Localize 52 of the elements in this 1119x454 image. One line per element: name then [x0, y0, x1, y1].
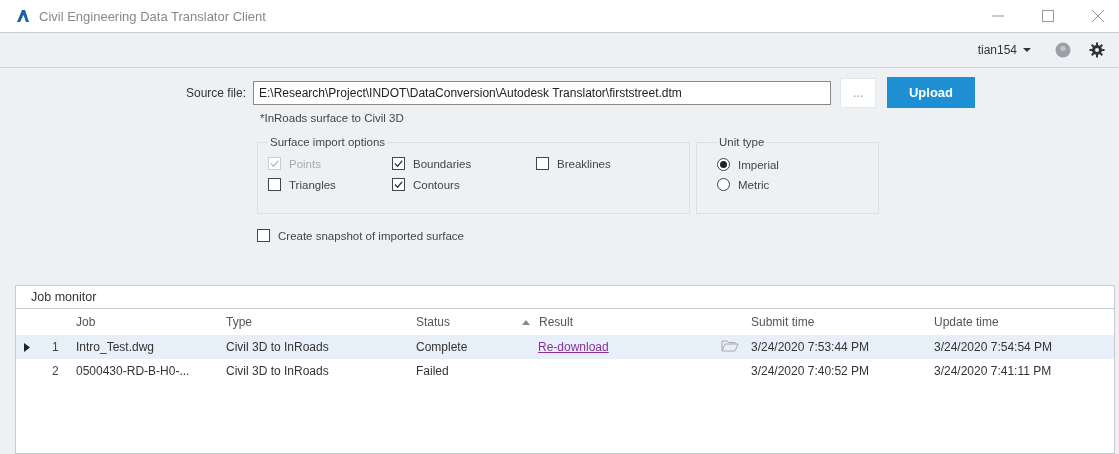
table-cell-text: 3/24/2020 7:53:44 PM	[751, 340, 871, 354]
checkbox[interactable]	[257, 229, 270, 242]
radio-label: Metric	[738, 178, 770, 191]
group-title: Surface import options	[269, 136, 387, 148]
column-header[interactable]: Job	[76, 315, 226, 329]
checkbox[interactable]	[268, 178, 281, 191]
table-cell-text: Civil 3D to InRoads	[226, 340, 330, 354]
table-cell-text: Failed	[416, 364, 450, 378]
column-header[interactable]: Update time	[934, 315, 1104, 329]
settings-icon[interactable]	[1089, 42, 1105, 58]
table-cell-text: 0500430-RD-B-H0-...	[76, 364, 191, 378]
row-number: 1	[52, 340, 60, 354]
checkbox[interactable]	[392, 178, 405, 191]
checkbox-label: Boundaries	[413, 157, 472, 170]
table-cell-text: Civil 3D to InRoads	[226, 364, 330, 378]
source-file-label: Source file:	[184, 85, 246, 100]
window-title: Civil Engineering Data Translator Client	[39, 8, 266, 24]
table-cell-text: 3/24/2020 7:54:54 PM	[934, 340, 1054, 354]
sort-ascending-icon[interactable]	[522, 319, 530, 325]
table-cell-text: 3/24/2020 7:40:52 PM	[751, 364, 871, 378]
column-header[interactable]: Type	[226, 315, 416, 329]
column-header[interactable]: Result	[539, 315, 573, 329]
table-cell-text: Complete	[416, 340, 469, 354]
checkbox-label: Create snapshot of imported surface	[278, 229, 465, 242]
checkbox[interactable]	[536, 157, 549, 170]
upload-button[interactable]: Upload	[887, 77, 975, 108]
table-cell-text: Intro_Test.dwg	[76, 340, 156, 354]
redownload-link[interactable]: Re-download	[538, 340, 609, 354]
checkbox-label: Triangles	[289, 178, 336, 191]
checkbox[interactable]	[392, 157, 405, 170]
checkbox-label: Contours	[413, 178, 460, 191]
table-row[interactable]: 2 0500430-RD-B-H0-... Civil 3D to InRoads Failed 3/24/2020 7:40:52 PM 3/24/2020 7:41:11 PM	[16, 359, 1114, 383]
row-pointer-icon	[24, 342, 30, 352]
group-title: Unit type	[718, 136, 766, 148]
checkbox-label: Points	[289, 157, 321, 170]
radio-button[interactable]	[717, 158, 730, 171]
conversion-note: *InRoads surface to Civil 3D	[260, 112, 405, 124]
source-file-field[interactable]: E:\Research\Project\INDOT\DataConversion\Autodesk Translator\firststreet.dtm	[253, 80, 831, 105]
column-header[interactable]: Submit time	[751, 315, 934, 329]
close-icon[interactable]	[1091, 9, 1105, 23]
radio-button[interactable]	[717, 178, 730, 191]
user-menu[interactable]: tian154	[977, 43, 1017, 57]
maximize-icon[interactable]	[1041, 9, 1055, 23]
column-header[interactable]: Status	[416, 315, 538, 329]
panel-title: Job monitor	[31, 290, 97, 304]
table-cell-text: 3/24/2020 7:41:11 PM	[934, 364, 1053, 378]
row-number: 2	[52, 364, 60, 378]
caret-icon[interactable]	[1023, 47, 1031, 53]
checkbox-label: Breaklines	[557, 157, 611, 170]
radio-label: Imperial	[738, 158, 779, 171]
table-row[interactable]: 1 Intro_Test.dwg Civil 3D to InRoads Complete Re-download 3/24/2020 7:53:44 PM 3/24/2020 7:54:54 PM	[16, 335, 1114, 359]
app-logo-icon	[16, 9, 30, 23]
